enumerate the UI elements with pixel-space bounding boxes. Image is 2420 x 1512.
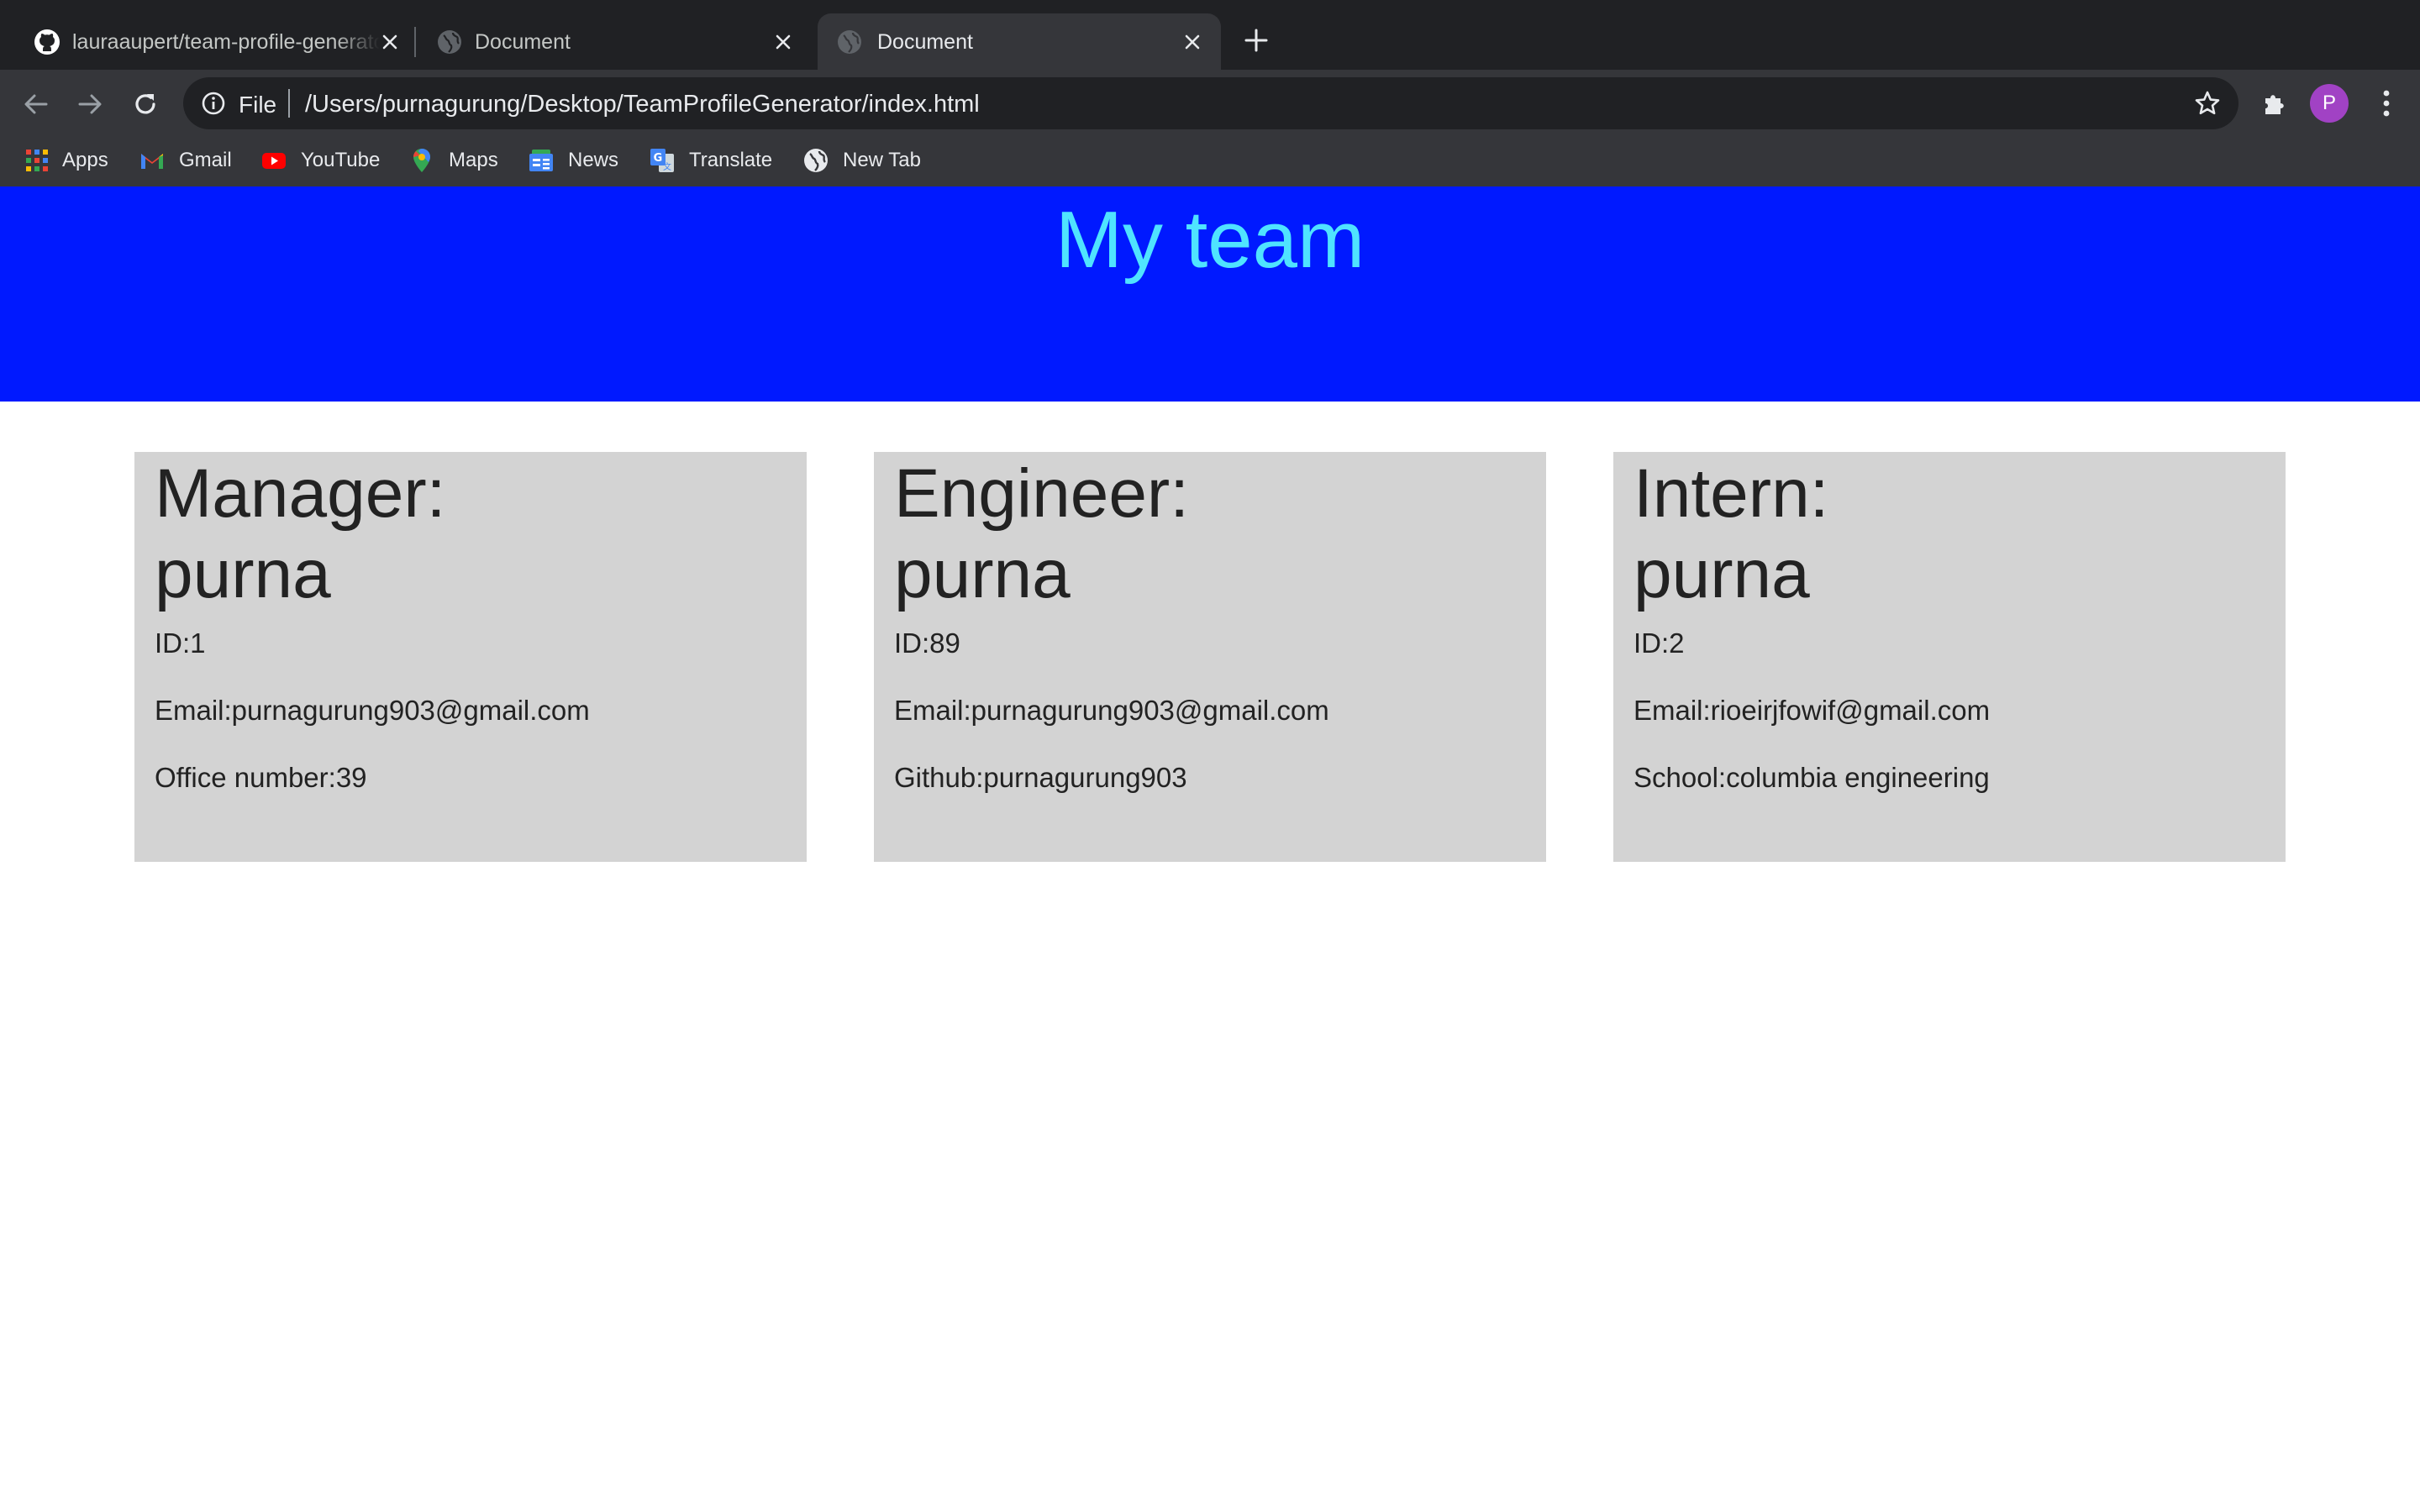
forward-button[interactable] [71, 85, 109, 123]
employee-card-intern: Intern: purna ID:2 Email:rioeirjfowif@gm… [1613, 452, 2286, 862]
bookmark-label: Gmail [179, 149, 232, 171]
bookmark-label: New Tab [843, 149, 921, 171]
card-school: School:columbia engineering [1634, 762, 1990, 793]
browser-toolbar: File /Users/purnagurung/Desktop/TeamProf… [0, 70, 2420, 137]
url-text[interactable]: /Users/purnagurung/Desktop/TeamProfileGe… [305, 91, 980, 118]
tab-github[interactable]: lauraaupert/team-profile-generator [15, 13, 414, 70]
card-role: Engineer: [894, 455, 1190, 532]
plus-icon [1244, 29, 1268, 52]
bookmark-label: Translate [689, 149, 773, 171]
bookmarks-bar: Apps Gmail YouTube Maps News G 文 Transla… [0, 137, 2420, 186]
close-icon[interactable] [377, 29, 402, 55]
star-icon[interactable] [2193, 89, 2222, 118]
card-role: Intern: [1634, 455, 1829, 532]
close-icon[interactable] [1180, 29, 1205, 55]
tab-title: lauraaupert/team-profile-generator [72, 30, 380, 54]
bookmark-label: YouTube [301, 149, 381, 171]
card-github: Github:purnagurung903 [894, 762, 1187, 793]
card-name: purna [894, 536, 1071, 612]
page-header: My team [0, 186, 2420, 402]
bookmark-news[interactable]: News [528, 144, 618, 177]
url-scheme-label: File [239, 92, 277, 118]
tab-document-active[interactable]: Document [818, 13, 1221, 70]
bookmark-apps[interactable]: Apps [24, 144, 108, 177]
bookmark-new-tab[interactable]: New Tab [802, 144, 921, 177]
avatar[interactable]: P [2310, 84, 2349, 123]
gmail-icon [141, 154, 163, 169]
bookmark-label: Maps [449, 149, 498, 171]
tab-title: Document [475, 30, 571, 54]
github-icon [34, 29, 60, 55]
translate-icon: G 文 [650, 149, 674, 172]
omnibox-divider [288, 89, 290, 118]
reload-button[interactable] [126, 85, 165, 123]
tab-separator [414, 27, 416, 57]
globe-icon [804, 149, 828, 172]
tab-document-1[interactable]: Document [418, 13, 814, 70]
bookmark-translate[interactable]: G 文 Translate [649, 144, 772, 177]
kebab-menu-icon[interactable] [2370, 85, 2403, 122]
card-id: ID:89 [894, 627, 960, 659]
arrow-right-icon [78, 94, 102, 114]
card-id: ID:2 [1634, 627, 1685, 659]
bookmark-youtube[interactable]: YouTube [260, 144, 380, 177]
arrow-left-icon [24, 94, 48, 114]
card-name: purna [155, 536, 331, 612]
bookmark-label: Apps [62, 149, 108, 171]
card-email: Email:purnagurung903@gmail.com [894, 695, 1329, 726]
reload-icon [135, 94, 155, 114]
bookmark-maps[interactable]: Maps [408, 144, 498, 177]
page-viewport: My team Manager: purna ID:1 Email:purnag… [0, 186, 2420, 1512]
globe-icon [438, 30, 461, 54]
back-button[interactable] [17, 85, 55, 123]
bookmark-gmail[interactable]: Gmail [139, 144, 232, 177]
news-icon [529, 150, 553, 171]
card-name: purna [1634, 536, 1810, 612]
svg-text:G: G [654, 152, 663, 165]
card-office-number: Office number:39 [155, 762, 367, 793]
svg-text:文: 文 [663, 161, 671, 172]
tab-strip: lauraaupert/team-profile-generator Docum… [0, 0, 2420, 70]
address-bar[interactable]: File /Users/purnagurung/Desktop/TeamProf… [183, 77, 2238, 129]
card-id: ID:1 [155, 627, 206, 659]
tab-title: Document [877, 30, 973, 54]
card-role: Manager: [155, 455, 446, 532]
page-title: My team [1055, 195, 1365, 285]
maps-pin-icon [413, 149, 430, 172]
close-icon[interactable] [771, 29, 796, 55]
bookmark-label: News [568, 149, 619, 171]
card-email: Email:rioeirjfowif@gmail.com [1634, 695, 1991, 726]
puzzle-icon[interactable] [2259, 87, 2292, 120]
globe-icon [838, 30, 861, 54]
new-tab-button[interactable] [1241, 25, 1271, 55]
employee-card-engineer: Engineer: purna ID:89 Email:purnagurung9… [874, 452, 1546, 862]
card-email: Email:purnagurung903@gmail.com [155, 695, 590, 726]
youtube-icon [262, 153, 286, 169]
employee-card-manager: Manager: purna ID:1 Email:purnagurung903… [134, 452, 807, 862]
apps-grid-icon [26, 150, 48, 171]
info-icon[interactable] [200, 90, 227, 117]
